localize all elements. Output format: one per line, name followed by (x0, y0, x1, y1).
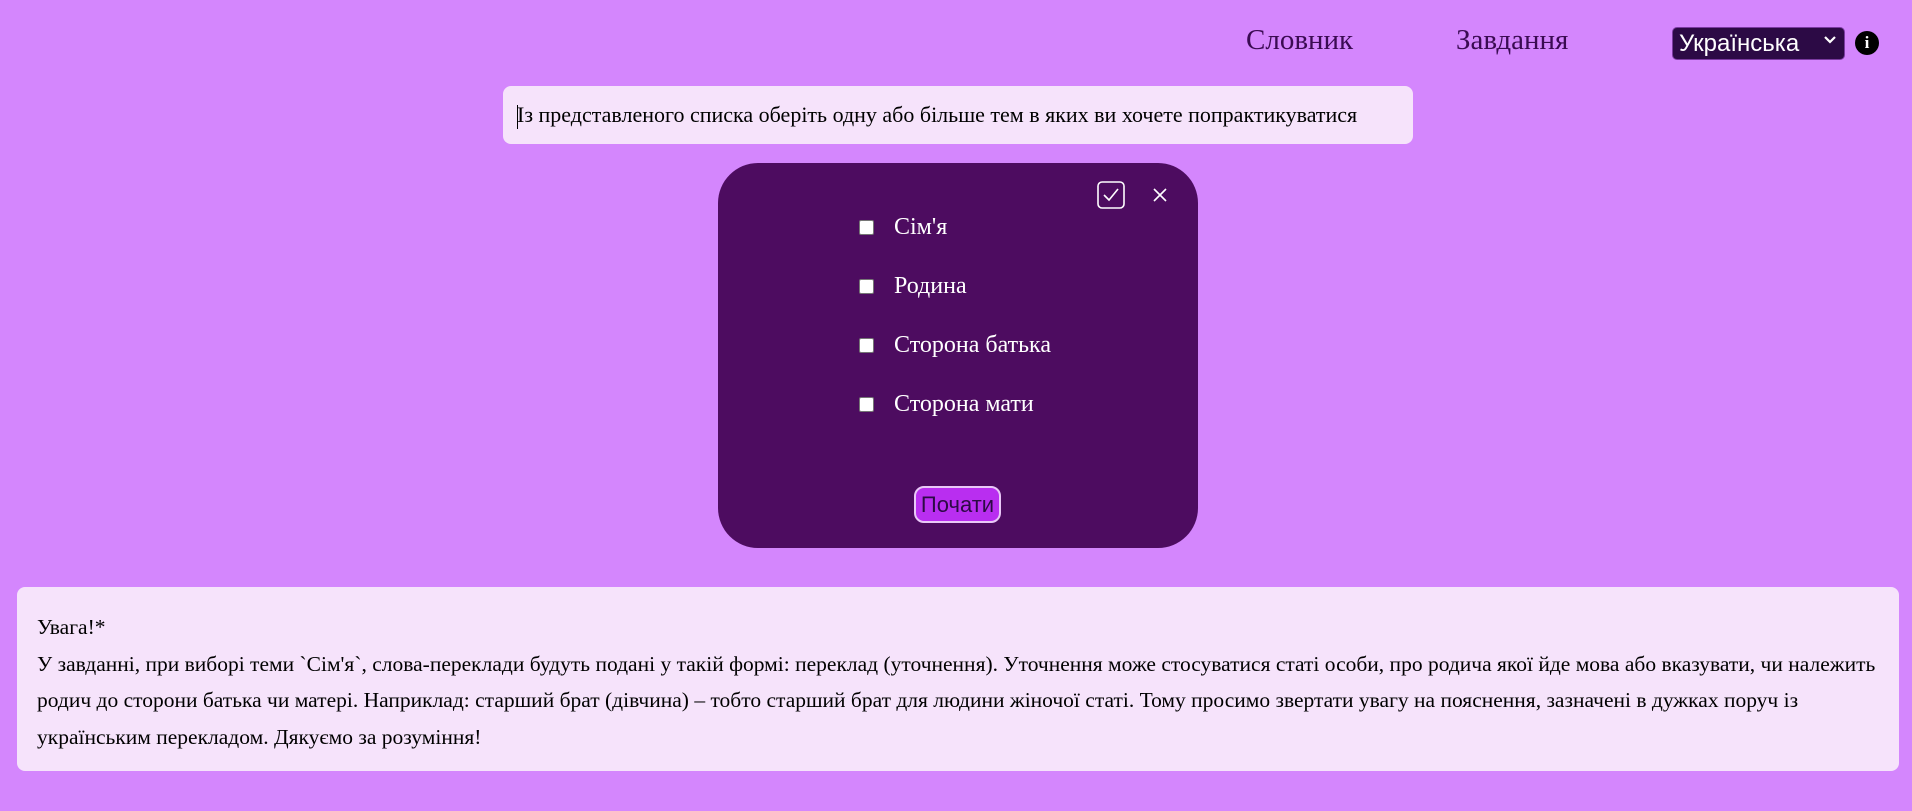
nav-link-tasks[interactable]: Завдання (1456, 24, 1568, 57)
instruction-label: Із представленого списка оберіть одну аб… (517, 102, 1358, 127)
start-button[interactable]: Почати (914, 486, 1001, 523)
notice-title: Увага!* (37, 615, 106, 639)
topic-checkbox[interactable] (859, 396, 874, 412)
topic-label: Родина (894, 272, 967, 299)
topic-selection-panel: Сім'я Родина Сторона батька Сторона мати… (718, 163, 1198, 548)
topic-checkbox[interactable] (859, 337, 874, 353)
notice-body: У завданні, при виборі теми `Сім'я`, сло… (37, 651, 1876, 749)
topic-item[interactable]: Сім'я (859, 212, 947, 242)
topic-checkbox[interactable] (859, 278, 874, 294)
instruction-text: Із представленого списка оберіть одну аб… (503, 86, 1413, 144)
language-select-value: Українська (1679, 29, 1800, 57)
top-nav: Словник Завдання Українська i (0, 22, 1912, 62)
close-icon[interactable] (1146, 181, 1174, 209)
topic-item[interactable]: Сторона батька (859, 330, 1051, 360)
topic-item[interactable]: Сторона мати (859, 389, 1034, 419)
notice-box: Увага!* У завданні, при виборі теми `Сім… (17, 587, 1899, 771)
topic-label: Сім'я (894, 213, 948, 240)
topic-item[interactable]: Родина (859, 271, 967, 301)
info-icon[interactable]: i (1855, 31, 1879, 55)
checkbox-check-icon[interactable] (1097, 181, 1125, 209)
chevron-down-icon (1824, 32, 1836, 50)
language-select[interactable]: Українська (1672, 27, 1845, 60)
topic-label: Сторона батька (894, 331, 1051, 358)
topic-label: Сторона мати (894, 390, 1034, 417)
topic-checkbox[interactable] (859, 219, 874, 235)
nav-link-dictionary[interactable]: Словник (1246, 24, 1353, 57)
